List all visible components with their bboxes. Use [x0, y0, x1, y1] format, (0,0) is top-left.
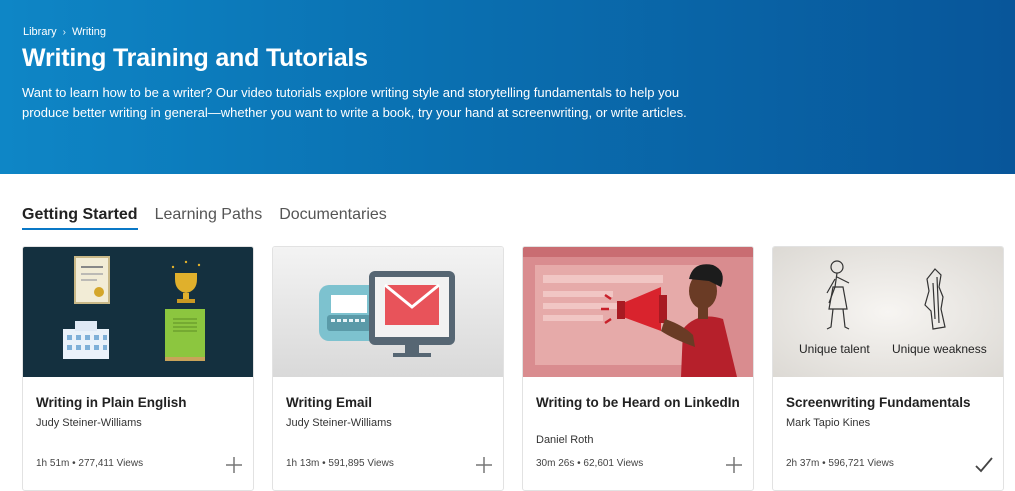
- course-meta: 30m 26s • 62,601 Views: [536, 458, 644, 469]
- tab-documentaries[interactable]: Documentaries: [279, 206, 387, 230]
- course-card[interactable]: Unique talent Unique weakness Screenwrit…: [772, 246, 1004, 491]
- course-meta: 1h 51m • 277,411 Views: [36, 458, 144, 469]
- megaphone-illustration: [523, 247, 753, 377]
- course-title[interactable]: Writing in Plain English: [36, 394, 241, 411]
- breadcrumb-library[interactable]: Library: [23, 26, 57, 38]
- course-card[interactable]: Writing to be Heard on LinkedIn Daniel R…: [522, 246, 754, 491]
- course-card[interactable]: Writing in Plain English Judy Steiner-Wi…: [22, 246, 254, 491]
- character-sketch-illustration: [826, 260, 946, 330]
- plus-icon[interactable]: [725, 456, 743, 474]
- breadcrumb: Library › Writing: [23, 26, 106, 38]
- hero-banner: Library › Writing Writing Training and T…: [0, 0, 1015, 174]
- document-illustration: [23, 247, 253, 377]
- course-title[interactable]: Screenwriting Fundamentals: [786, 394, 991, 411]
- page-description: Want to learn how to be a writer? Our vi…: [22, 85, 687, 120]
- course-meta: 1h 13m • 591,895 Views: [286, 458, 394, 469]
- course-thumbnail[interactable]: [273, 247, 503, 377]
- tab-getting-started[interactable]: Getting Started: [22, 206, 138, 230]
- page-title: Writing Training and Tutorials: [22, 44, 368, 72]
- course-author[interactable]: Judy Steiner-Williams: [36, 417, 142, 429]
- chevron-right-icon: ›: [62, 26, 66, 38]
- tab-learning-paths[interactable]: Learning Paths: [155, 206, 263, 230]
- course-title[interactable]: Writing Email: [286, 394, 491, 411]
- email-illustration: [273, 247, 503, 377]
- course-title[interactable]: Writing to be Heard on LinkedIn: [536, 394, 741, 411]
- tab-bar: Getting Started Learning Paths Documenta…: [22, 206, 387, 230]
- course-author[interactable]: Mark Tapio Kines: [786, 417, 870, 429]
- plus-icon[interactable]: [475, 456, 493, 474]
- course-card[interactable]: Writing Email Judy Steiner-Williams 1h 1…: [272, 246, 504, 491]
- plus-icon[interactable]: [225, 456, 243, 474]
- course-thumbnail[interactable]: [523, 247, 753, 377]
- check-icon[interactable]: [975, 456, 993, 474]
- course-meta: 2h 37m • 596,721 Views: [786, 458, 894, 469]
- thumb-label-talent: Unique talent: [799, 342, 870, 356]
- course-author[interactable]: Daniel Roth: [536, 434, 593, 446]
- thumb-label-weakness: Unique weakness: [892, 342, 987, 356]
- course-author[interactable]: Judy Steiner-Williams: [286, 417, 392, 429]
- course-thumbnail[interactable]: [23, 247, 253, 377]
- course-thumbnail[interactable]: Unique talent Unique weakness: [773, 247, 1003, 377]
- breadcrumb-writing[interactable]: Writing: [72, 26, 106, 38]
